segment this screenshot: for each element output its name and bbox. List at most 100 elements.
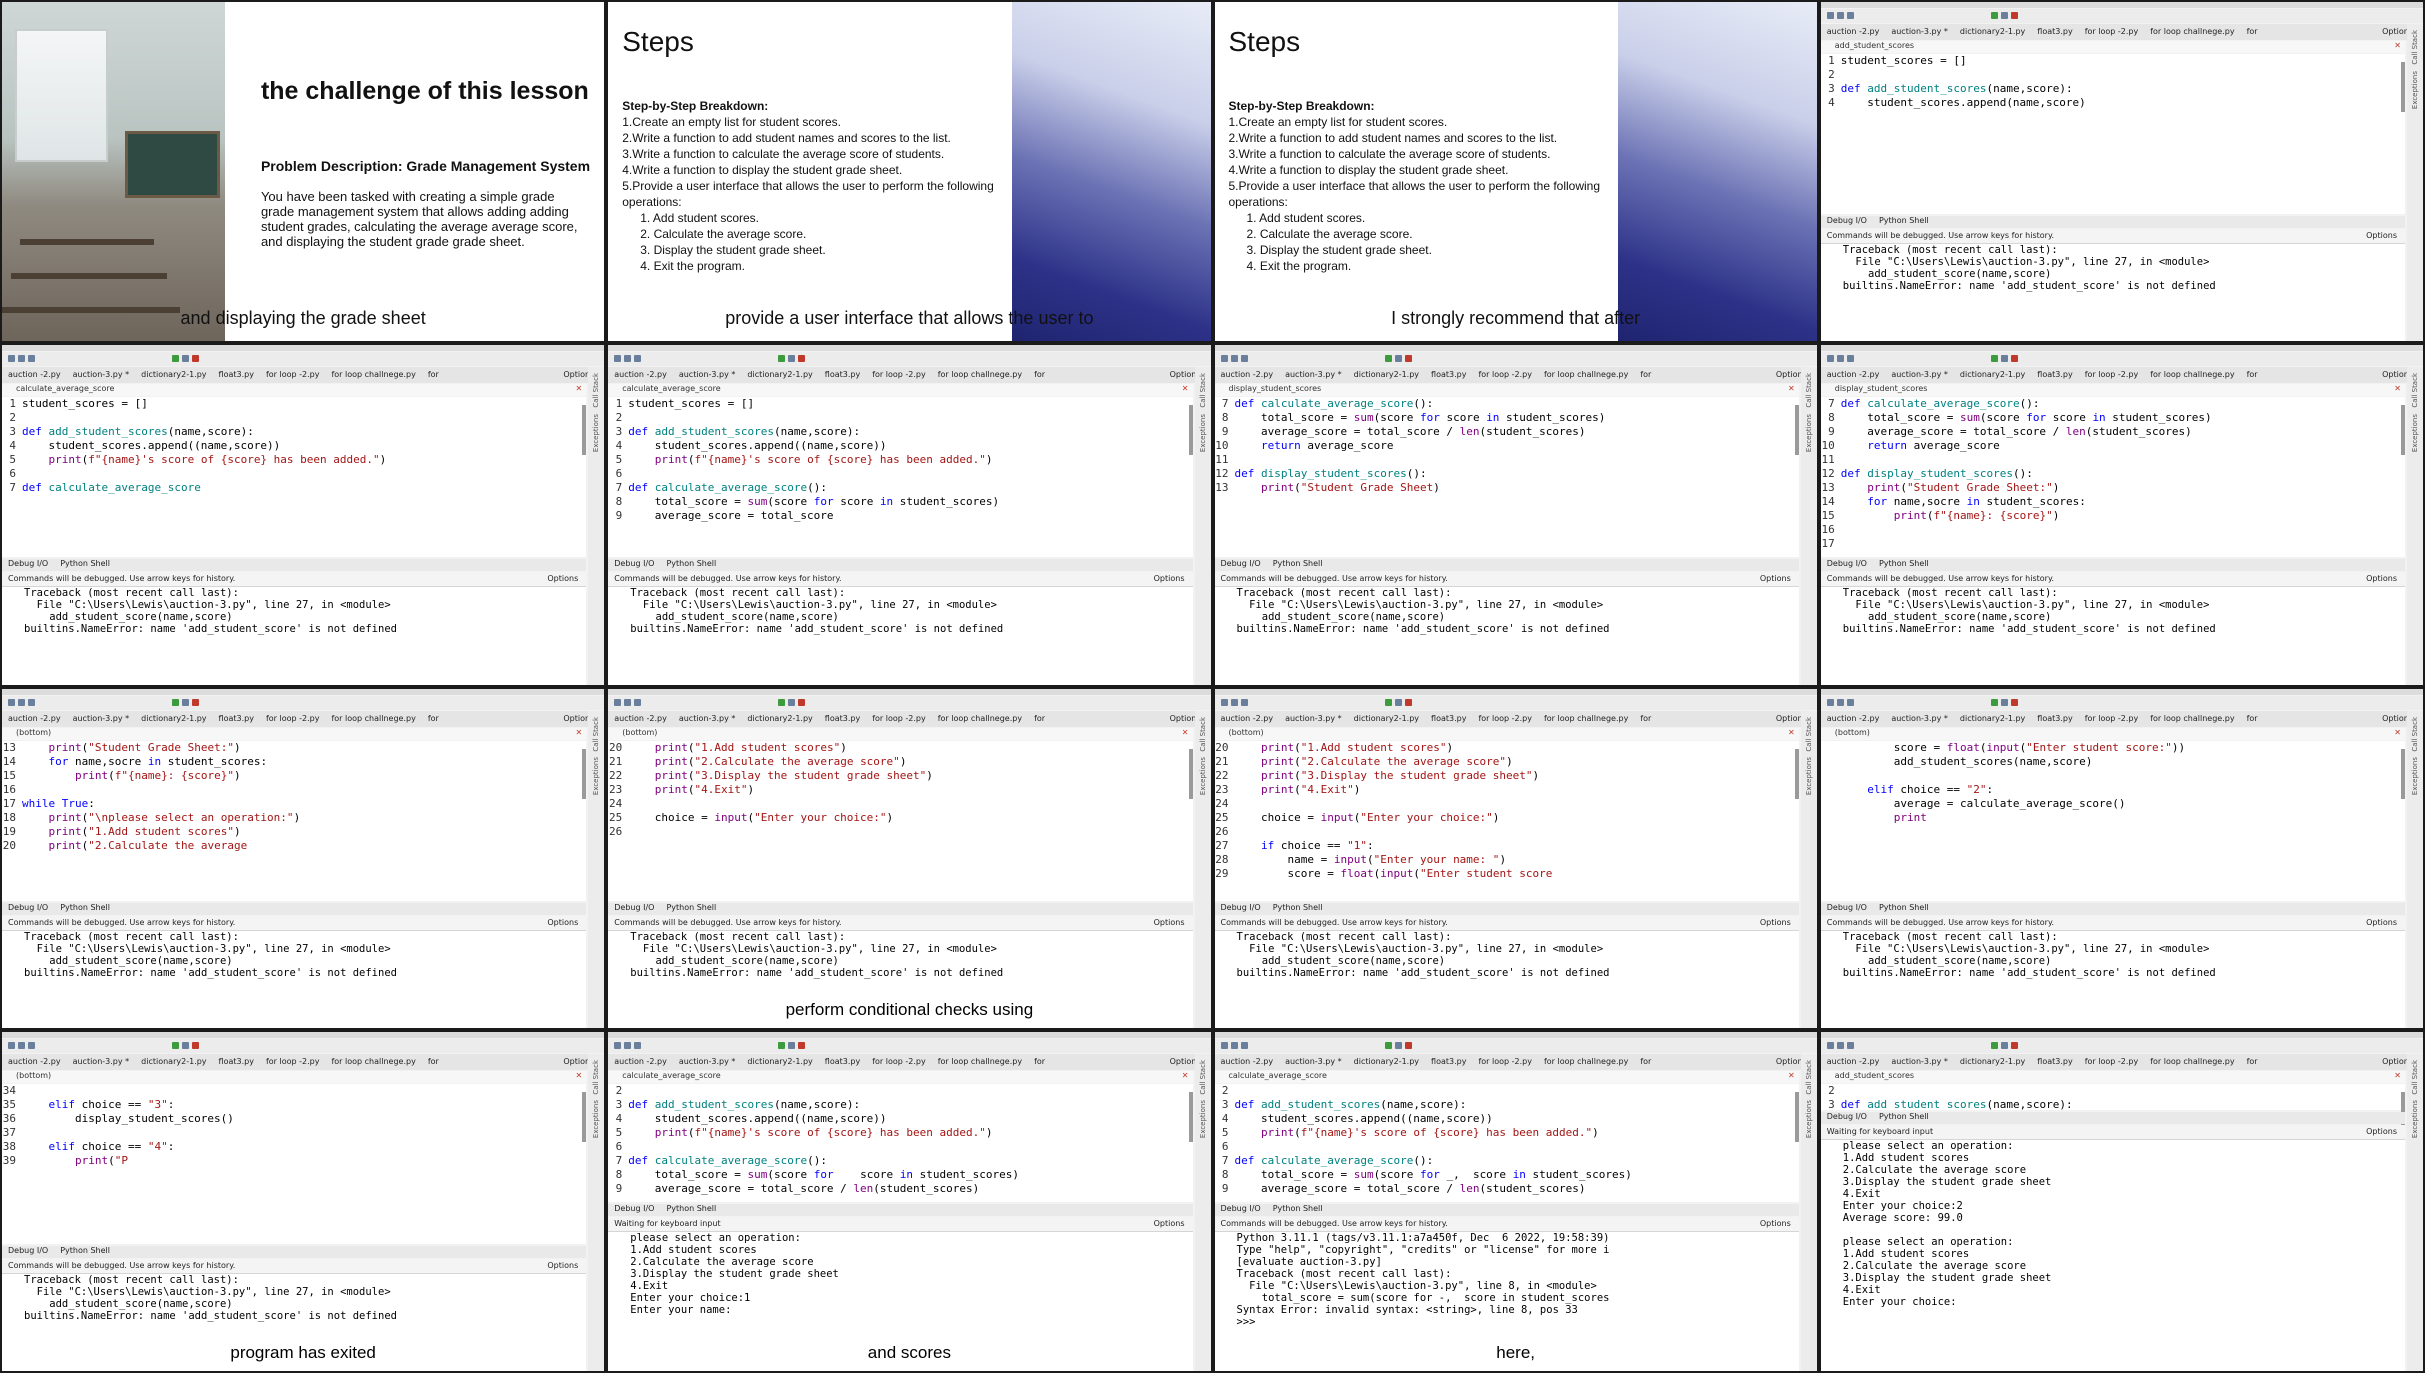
scope-selector[interactable]: calculate_average_score ✕ [2,384,587,397]
run-icon[interactable] [778,355,786,363]
scope-selector[interactable]: add_student_scores ✕ [1820,41,2405,53]
stop-icon[interactable] [798,355,806,363]
code-editor[interactable]: 2 3 def add_student_scores(name,score): 4… [608,1083,1193,1202]
tab-auction-3[interactable]: auction-3.py * [1885,711,1954,723]
open-icon[interactable] [1836,1041,1844,1049]
stop-icon[interactable] [2010,12,2018,19]
menu-bar[interactable] [1214,345,1817,352]
tab-python-shell[interactable]: Python Shell [60,559,110,568]
tab-debug-io[interactable]: Debug I/O [1827,1112,1867,1121]
run-icon[interactable] [1990,12,1998,19]
open-icon[interactable] [624,355,632,363]
tab-auction-3[interactable]: auction-3.py * [1279,367,1348,379]
scope-selector[interactable]: calculate_average_score ✕ [608,384,1193,397]
tab-float3[interactable]: float3.py [819,367,866,379]
tab-for[interactable]: for [1028,367,1051,379]
call-stack-tab[interactable]: Call Stack [592,717,600,752]
tab-python-shell[interactable]: Python Shell [666,903,716,912]
debug-icon[interactable] [788,355,796,363]
tab-auction-3[interactable]: auction-3.py * [67,1054,136,1066]
tab-python-shell[interactable]: Python Shell [1879,216,1929,225]
tab-for[interactable]: for [2241,24,2264,36]
save-icon[interactable] [634,1041,642,1049]
tab-debug-io[interactable]: Debug I/O [614,903,654,912]
console-options-button[interactable]: Options [1760,1217,1791,1231]
new-file-icon[interactable] [1826,1041,1834,1049]
close-icon[interactable]: ✕ [576,728,583,737]
new-file-icon[interactable] [1826,698,1834,706]
tab-for[interactable]: for [1634,367,1657,379]
code-editor[interactable]: 1 student_scores = [] 2 3 def add_student_… [608,397,1193,558]
stop-icon[interactable] [2010,698,2018,706]
tab-python-shell[interactable]: Python Shell [1273,903,1323,912]
call-stack-tab[interactable]: Call Stack [2411,717,2419,752]
stop-icon[interactable] [192,1041,199,1049]
tab-float3[interactable]: float3.py [819,711,866,723]
call-stack-tab[interactable]: Call Stack [2411,30,2419,65]
close-icon[interactable]: ✕ [1182,728,1189,737]
debug-icon[interactable] [2000,1041,2008,1049]
console-output[interactable]: Traceback (most recent call last): File … [1214,587,1799,685]
tab-for-loop-2[interactable]: for loop -2.py [260,1054,326,1066]
tab-for-loop-challenge[interactable]: for loop challnege.py [2144,1054,2240,1066]
tab-for[interactable]: for [1028,711,1051,723]
open-icon[interactable] [1230,698,1238,706]
open-icon[interactable] [1836,355,1844,363]
tab-dictionary2-1[interactable]: dictionary2-1.py [1954,367,2031,379]
stop-icon[interactable] [1404,355,1412,363]
console-options-button[interactable]: Options [547,1259,578,1273]
call-stack-tab[interactable]: Call Stack [1199,717,1207,752]
open-icon[interactable] [1230,1041,1238,1049]
call-stack-tab[interactable]: Call Stack [592,373,600,408]
editor-scrollbar[interactable] [1188,1091,1193,1142]
exceptions-tab[interactable]: Exceptions [2411,757,2419,795]
code-editor[interactable]: 2 3 def add_student_scores(name,score): [1820,1083,2405,1110]
stop-icon[interactable] [192,355,199,363]
tab-for-loop-2[interactable]: for loop -2.py [866,1054,932,1066]
exceptions-tab[interactable]: Exceptions [1805,414,1813,452]
tab-debug-io[interactable]: Debug I/O [614,1204,654,1213]
exceptions-tab[interactable]: Exceptions [592,1100,600,1138]
close-icon[interactable]: ✕ [1788,1071,1795,1080]
tab-auction-2[interactable]: auction -2.py [1215,711,1280,723]
close-icon[interactable]: ✕ [576,1071,583,1080]
tab-float3[interactable]: float3.py [2031,1054,2078,1066]
debug-icon[interactable] [1394,698,1402,706]
tab-debug-io[interactable]: Debug I/O [1221,559,1261,568]
tab-for-loop-2[interactable]: for loop -2.py [2079,1054,2145,1066]
exceptions-tab[interactable]: Exceptions [1199,757,1207,795]
stop-icon[interactable] [798,698,806,706]
run-icon[interactable] [778,1041,786,1049]
exceptions-tab[interactable]: Exceptions [1199,414,1207,452]
tab-debug-io[interactable]: Debug I/O [1827,903,1867,912]
exceptions-tab[interactable]: Exceptions [1199,1100,1207,1138]
debug-icon[interactable] [182,1041,189,1049]
console-options-button[interactable]: Options [2366,229,2397,243]
open-icon[interactable] [1230,355,1238,363]
tab-auction-2[interactable]: auction -2.py [608,711,673,723]
tab-float3[interactable]: float3.py [819,1054,866,1066]
scope-selector[interactable]: display_student_scores ✕ [1820,384,2405,397]
stop-icon[interactable] [2010,1041,2018,1049]
new-file-icon[interactable] [1220,698,1228,706]
tab-python-shell[interactable]: Python Shell [1879,903,1929,912]
code-editor[interactable]: score = float(input("Enter student score… [1820,740,2405,901]
tab-float3[interactable]: float3.py [1425,1054,1472,1066]
save-icon[interactable] [28,698,35,706]
editor-scrollbar[interactable] [1188,748,1193,799]
tab-float3[interactable]: float3.py [213,1054,260,1066]
console-options-button[interactable]: Options [1154,1217,1185,1231]
tab-for-loop-2[interactable]: for loop -2.py [2079,711,2145,723]
scope-selector[interactable]: (bottom) ✕ [2,727,587,740]
stop-icon[interactable] [1404,698,1412,706]
tab-debug-io[interactable]: Debug I/O [1827,216,1867,225]
run-icon[interactable] [1384,355,1392,363]
tab-auction-3[interactable]: auction-3.py * [67,367,136,379]
editor-scrollbar[interactable] [582,748,587,799]
tab-debug-io[interactable]: Debug I/O [1221,1204,1261,1213]
open-icon[interactable] [624,1041,632,1049]
save-icon[interactable] [634,698,642,706]
console-options-button[interactable]: Options [1154,572,1185,586]
tab-auction-3[interactable]: auction-3.py * [1885,367,1954,379]
tab-debug-io[interactable]: Debug I/O [8,559,48,568]
